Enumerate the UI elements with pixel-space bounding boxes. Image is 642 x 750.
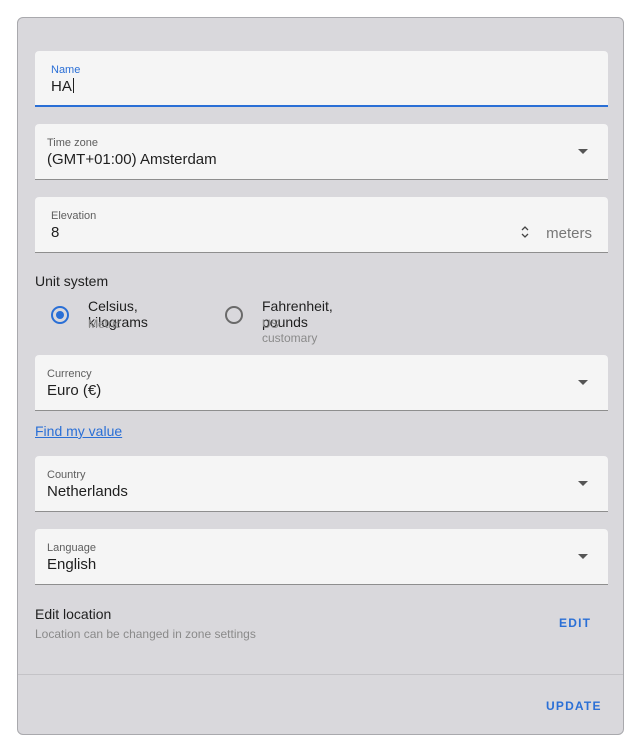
- update-button[interactable]: UPDATE: [546, 699, 602, 713]
- find-my-value-link[interactable]: Find my value: [35, 423, 122, 439]
- currency-label: Currency: [47, 368, 92, 380]
- name-field-value[interactable]: HA: [51, 78, 74, 95]
- dropdown-arrow-icon[interactable]: [578, 481, 588, 486]
- timezone-label: Time zone: [47, 137, 98, 149]
- text-cursor: [72, 78, 74, 93]
- country-label: Country: [47, 469, 86, 481]
- number-spinner-icon[interactable]: [520, 225, 530, 239]
- timezone-value: (GMT+01:00) Amsterdam: [47, 151, 217, 168]
- currency-select[interactable]: Currency Euro (€): [35, 355, 608, 411]
- elevation-field[interactable]: Elevation 8 meters: [35, 197, 608, 253]
- radio-metric[interactable]: [51, 306, 69, 324]
- radio-us-customary-sublabel: US customary: [262, 317, 318, 345]
- language-select[interactable]: Language English: [35, 529, 608, 585]
- timezone-select[interactable]: Time zone (GMT+01:00) Amsterdam: [35, 124, 608, 180]
- currency-value: Euro (€): [47, 382, 102, 399]
- dropdown-arrow-icon[interactable]: [578, 554, 588, 559]
- edit-location-button[interactable]: EDIT: [559, 616, 591, 630]
- elevation-label: Elevation: [51, 210, 97, 222]
- dropdown-arrow-icon[interactable]: [578, 149, 588, 154]
- radio-metric-sublabel: Metric: [88, 317, 121, 331]
- country-value: Netherlands: [47, 483, 128, 500]
- dropdown-arrow-icon[interactable]: [578, 380, 588, 385]
- actions-divider: [18, 674, 623, 675]
- name-field[interactable]: Name HA: [35, 51, 608, 107]
- unit-system-title: Unit system: [35, 273, 109, 289]
- elevation-unit-suffix: meters: [546, 225, 592, 242]
- edit-location-title: Edit location: [35, 606, 112, 622]
- language-label: Language: [47, 542, 96, 554]
- language-value: English: [47, 556, 97, 573]
- name-field-label: Name: [51, 64, 81, 76]
- country-select[interactable]: Country Netherlands: [35, 456, 608, 512]
- radio-us-customary[interactable]: [225, 306, 243, 324]
- elevation-value[interactable]: 8: [51, 224, 59, 241]
- edit-location-subtitle: Location can be changed in zone settings: [35, 627, 256, 641]
